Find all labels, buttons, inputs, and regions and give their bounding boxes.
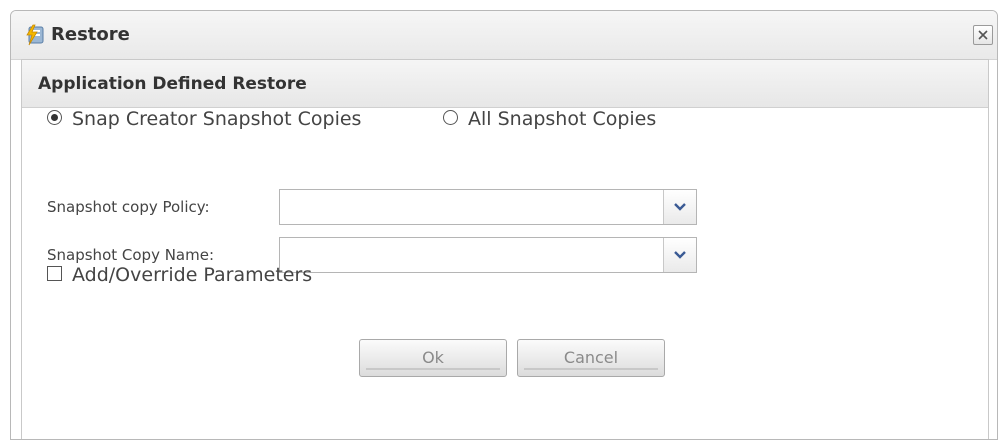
- snapshot-policy-dropdown[interactable]: [279, 189, 697, 225]
- add-override-label: Add/Override Parameters: [72, 264, 313, 286]
- radio-button-selected[interactable]: [47, 110, 62, 125]
- snapshot-name-dropdown-button[interactable]: [663, 238, 696, 272]
- radio-label: All Snapshot Copies: [468, 108, 657, 130]
- dialog-title: Restore: [51, 24, 130, 45]
- restore-app-icon: [23, 23, 47, 47]
- radio-button-unselected[interactable]: [443, 110, 458, 125]
- add-override-checkbox[interactable]: [47, 266, 62, 281]
- dialog-titlebar[interactable]: Restore: [11, 11, 997, 60]
- restore-dialog: Restore Application Defined Restore Snap…: [10, 10, 998, 440]
- snapshot-policy-label: Snapshot copy Policy:: [47, 198, 210, 216]
- chevron-down-icon: [674, 203, 686, 211]
- snapshot-name-value[interactable]: [286, 238, 656, 272]
- ok-button[interactable]: Ok: [359, 339, 507, 377]
- panel-title: Application Defined Restore: [22, 60, 988, 108]
- close-button[interactable]: [973, 25, 993, 45]
- radio-label: Snap Creator Snapshot Copies: [72, 108, 362, 130]
- cancel-button[interactable]: Cancel: [517, 339, 665, 377]
- snapshot-name-dropdown[interactable]: [279, 237, 697, 273]
- radio-all-snapshot-copies[interactable]: All Snapshot Copies: [443, 107, 656, 131]
- snapshot-policy-value[interactable]: [286, 190, 656, 224]
- chevron-down-icon: [674, 251, 686, 259]
- add-override-parameters-option[interactable]: Add/Override Parameters: [47, 263, 312, 287]
- radio-snap-creator-copies[interactable]: Snap Creator Snapshot Copies: [47, 107, 361, 131]
- snapshot-policy-dropdown-button[interactable]: [663, 190, 696, 224]
- close-icon: [978, 30, 988, 40]
